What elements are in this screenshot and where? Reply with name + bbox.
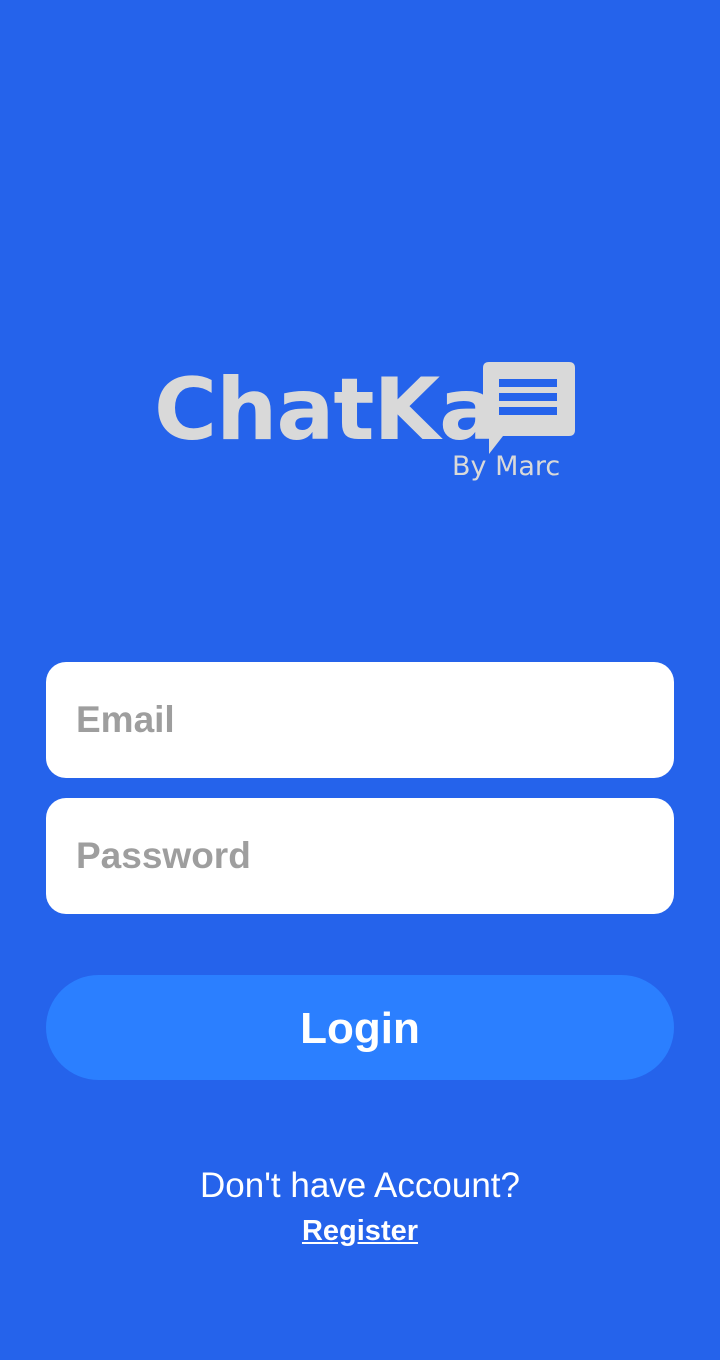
email-input[interactable] (76, 699, 644, 741)
no-account-prompt: Don't have Account? (200, 1166, 520, 1205)
app-logo: ChatKa By Marc (150, 360, 580, 490)
password-input[interactable] (76, 835, 644, 877)
email-field[interactable] (46, 662, 674, 778)
register-link[interactable]: Register (0, 1212, 720, 1250)
login-button[interactable]: Login (46, 975, 674, 1080)
password-field[interactable] (46, 798, 674, 914)
logo-subtitle: By Marc (452, 451, 561, 482)
logo-wordmark: ChatKa (154, 360, 497, 460)
chat-bubble-icon (483, 362, 575, 454)
